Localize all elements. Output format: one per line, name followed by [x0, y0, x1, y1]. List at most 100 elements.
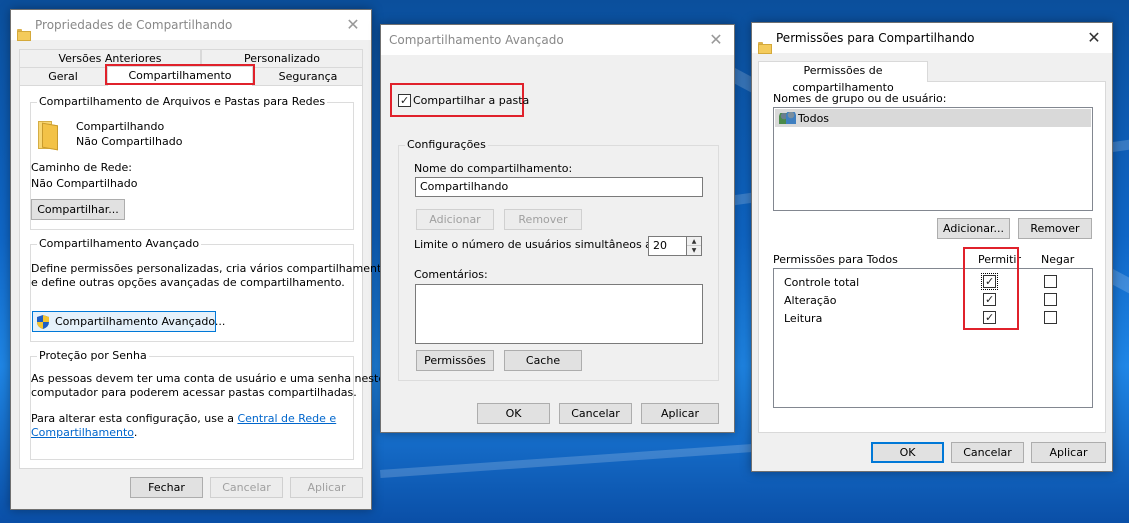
close-icon[interactable]: ✕ — [706, 30, 726, 50]
group-label: Compartilhamento Avançado — [37, 237, 202, 250]
button-label: Permissões — [424, 354, 486, 367]
user-name: Todos — [798, 112, 830, 125]
close-icon[interactable]: ✕ — [343, 15, 363, 35]
folder-icon — [17, 29, 31, 41]
light-beam — [380, 443, 760, 478]
description-text: e define outras opções avançadas de comp… — [31, 276, 345, 289]
add-button[interactable]: Adicionar — [416, 209, 494, 230]
description-text: Para alterar esta configuração, use a Ce… — [31, 412, 336, 425]
shield-icon — [37, 315, 49, 329]
remove-button[interactable]: Remover — [504, 209, 582, 230]
button-label: Cancelar — [222, 481, 271, 494]
tab-geral[interactable]: Geral — [19, 67, 107, 85]
permissions-list: Controle total Alteração Leitura — [773, 268, 1093, 408]
network-center-link[interactable]: Compartilhamento — [31, 426, 134, 439]
password-protection-group: Proteção por Senha As pessoas devem ter … — [30, 349, 385, 460]
description-text: computador para poderem acessar pastas c… — [31, 386, 357, 399]
user-limit-spinner[interactable]: ▲ ▼ — [686, 236, 702, 256]
tab-panel: Compartilhamento de Arquivos e Pastas pa… — [19, 85, 394, 469]
tab-share-permissions[interactable]: Permissões de compartilhamento — [758, 61, 928, 94]
permission-name: Leitura — [784, 312, 823, 325]
close-icon[interactable]: ✕ — [1084, 28, 1104, 48]
cancel-button[interactable]: Cancelar — [951, 442, 1024, 463]
input-value: 20 — [653, 239, 667, 252]
comments-textarea[interactable] — [415, 284, 703, 344]
button-label: OK — [505, 407, 522, 420]
tab-seguranca[interactable]: Segurança — [253, 67, 363, 85]
button-label: OK — [899, 446, 916, 459]
description-text: As pessoas devem ter uma conta de usuári… — [31, 372, 386, 385]
list-item[interactable]: Todos — [775, 109, 1091, 127]
window-title: Compartilhamento Avançado — [389, 33, 564, 47]
share-button[interactable]: Compartilhar... — [31, 199, 125, 220]
user-limit-input[interactable]: 20 — [648, 236, 687, 256]
description-text: Compartilhamento. — [31, 426, 137, 439]
folder-name: Compartilhando — [76, 120, 165, 133]
apply-button[interactable]: Aplicar — [641, 403, 719, 424]
users-list[interactable]: Todos — [773, 107, 1093, 211]
deny-checkbox[interactable] — [1044, 275, 1057, 288]
add-button[interactable]: Adicionar... — [937, 218, 1010, 239]
network-center-link[interactable]: Central de Rede e — [237, 412, 336, 425]
permissions-window: Permissões para Compartilhando ✕ Permiss… — [751, 22, 1113, 472]
share-folder-label: Compartilhar a pasta — [413, 94, 530, 107]
apply-button[interactable]: Aplicar — [290, 477, 363, 498]
deny-checkbox[interactable] — [1044, 293, 1057, 306]
tab-label: Permissões de compartilhamento — [792, 64, 894, 94]
cancel-button[interactable]: Cancelar — [559, 403, 632, 424]
tab-panel: Nomes de grupo ou de usuário: Todos Adic… — [758, 81, 1106, 433]
file-sharing-group: Compartilhamento de Arquivos e Pastas pa… — [30, 95, 354, 230]
permission-name: Alteração — [784, 294, 837, 307]
button-label: Remover — [1030, 222, 1080, 235]
properties-window: Propriedades de Compartilhando ✕ Versões… — [10, 9, 394, 510]
spin-up-icon[interactable]: ▲ — [687, 237, 701, 246]
tab-label: Segurança — [278, 70, 338, 83]
button-label: Aplicar — [1049, 446, 1088, 459]
input-value: Compartilhando — [420, 180, 509, 193]
user-limit-label: Limite o número de usuários simultâneos … — [414, 238, 656, 251]
permission-name: Controle total — [784, 276, 860, 289]
remove-button[interactable]: Remover — [1018, 218, 1092, 239]
cancel-button[interactable]: Cancelar — [210, 477, 283, 498]
share-folder-checkbox[interactable] — [398, 94, 411, 107]
settings-group: Configurações Nome do compartilhamento: … — [398, 138, 719, 381]
spin-down-icon[interactable]: ▼ — [687, 246, 701, 255]
button-label: Remover — [518, 213, 568, 226]
button-label: Aplicar — [661, 407, 699, 420]
permissions-button[interactable]: Permissões — [416, 350, 494, 371]
advanced-sharing-group: Compartilhamento Avançado Define permiss… — [30, 237, 394, 342]
group-label: Proteção por Senha — [37, 349, 149, 362]
group-label: Compartilhamento de Arquivos e Pastas pa… — [37, 95, 328, 108]
cache-button[interactable]: Cache — [504, 350, 582, 371]
group-label: Configurações — [405, 138, 488, 151]
highlight-box — [105, 64, 255, 85]
folder-status: Não Compartilhado — [76, 135, 183, 148]
title-bar: Propriedades de Compartilhando ✕ — [11, 10, 371, 41]
button-label: Adicionar — [429, 213, 481, 226]
permissions-label: Permissões para Todos — [773, 253, 898, 266]
deny-checkbox[interactable] — [1044, 311, 1057, 324]
window-title: Propriedades de Compartilhando — [35, 18, 233, 32]
ok-button[interactable]: OK — [477, 403, 550, 424]
apply-button[interactable]: Aplicar — [1031, 442, 1106, 463]
text: Para alterar esta configuração, use a — [31, 412, 238, 425]
button-label: Cache — [525, 354, 561, 367]
text: . — [133, 426, 138, 439]
button-label: Compartilhar... — [37, 203, 119, 216]
share-name-input[interactable]: Compartilhando — [415, 177, 703, 197]
title-bar: Permissões para Compartilhando ✕ — [752, 23, 1112, 54]
button-label: Cancelar — [963, 446, 1012, 459]
comments-label: Comentários: — [414, 268, 488, 281]
window-title: Permissões para Compartilhando — [776, 31, 975, 45]
ok-button[interactable]: OK — [871, 442, 944, 463]
folder-icon — [38, 121, 58, 149]
network-path-value: Não Compartilhado — [31, 177, 138, 190]
network-path-label: Caminho de Rede: — [31, 161, 132, 174]
title-bar: Compartilhamento Avançado ✕ — [381, 25, 734, 55]
advanced-sharing-button[interactable]: Compartilhamento Avançado... — [32, 311, 225, 332]
close-button[interactable]: Fechar — [130, 477, 203, 498]
button-label: Compartilhamento Avançado... — [55, 315, 226, 328]
button-label: Aplicar — [307, 481, 346, 494]
tab-label: Geral — [48, 70, 78, 83]
share-name-label: Nome do compartilhamento: — [414, 162, 573, 175]
